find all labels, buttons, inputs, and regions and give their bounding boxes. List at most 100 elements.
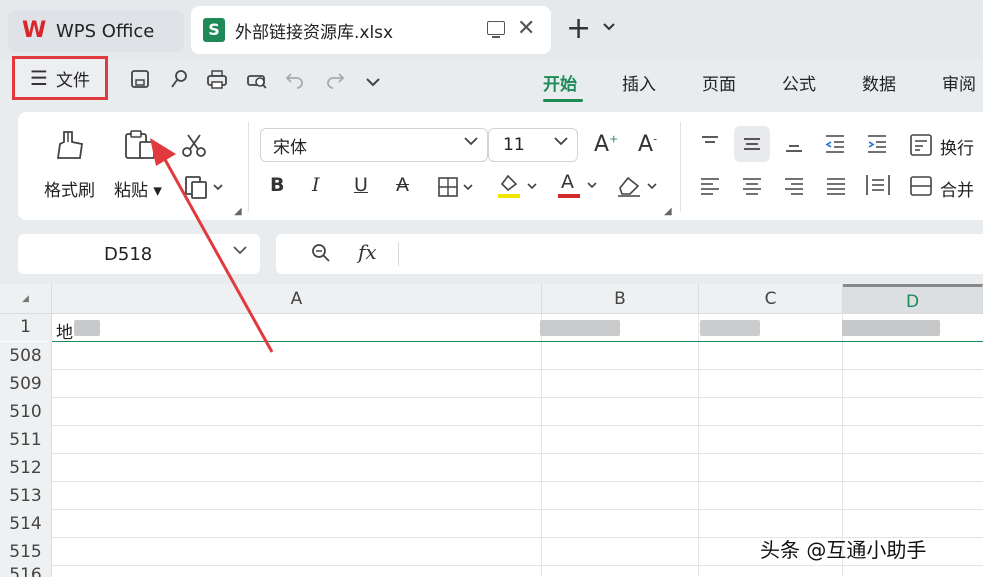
align-center-icon[interactable] bbox=[740, 174, 764, 202]
column-header-c[interactable]: C bbox=[699, 284, 843, 314]
cell-a1[interactable]: 地 bbox=[56, 318, 73, 343]
save-icon[interactable] bbox=[127, 68, 153, 94]
new-tab-button[interactable]: + bbox=[566, 14, 591, 44]
row-header-516[interactable]: 516 bbox=[0, 566, 52, 577]
column-header-d[interactable]: D bbox=[843, 284, 983, 314]
tab-review[interactable]: 审阅 bbox=[942, 70, 976, 95]
fill-color-icon[interactable] bbox=[496, 172, 540, 204]
select-all-corner[interactable]: ◢ bbox=[0, 284, 52, 314]
align-right-icon[interactable] bbox=[782, 174, 806, 202]
format-painter-label[interactable]: 格式刷 bbox=[44, 176, 95, 201]
fx-icon[interactable]: fx bbox=[358, 240, 377, 264]
tab-file[interactable]: S 外部链接资源库.xlsx ✕ bbox=[191, 6, 551, 54]
name-box-value: D518 bbox=[104, 243, 153, 265]
watermark-text: 头条 @互通小助手 bbox=[760, 538, 927, 562]
font-name-value: 宋体 bbox=[273, 137, 307, 158]
row-header-1[interactable]: 1 bbox=[0, 314, 52, 341]
row-header-509[interactable]: 509 bbox=[0, 370, 52, 398]
tab-page[interactable]: 页面 bbox=[702, 70, 736, 95]
tab-data[interactable]: 数据 bbox=[862, 70, 896, 95]
row-header-510[interactable]: 510 bbox=[0, 398, 52, 426]
row-header-512[interactable]: 512 bbox=[0, 454, 52, 482]
minus-icon: - bbox=[653, 132, 658, 146]
copy-icon[interactable] bbox=[184, 174, 224, 204]
paste-label-text: 粘贴 bbox=[114, 181, 148, 201]
format-painter-icon[interactable] bbox=[54, 128, 86, 166]
distributed-align-icon[interactable] bbox=[864, 172, 892, 202]
strikethrough-button[interactable]: A bbox=[396, 174, 409, 196]
cut-icon[interactable] bbox=[180, 132, 208, 164]
spreadsheet-icon: S bbox=[203, 18, 225, 42]
grow-font-button[interactable]: A+ bbox=[594, 132, 618, 157]
borders-icon[interactable] bbox=[438, 176, 474, 202]
blurred-cell-a1 bbox=[74, 320, 100, 336]
file-menu-label: 文件 bbox=[55, 70, 90, 91]
underline-button[interactable]: U bbox=[354, 174, 368, 196]
corner-triangle-icon: ◢ bbox=[22, 294, 29, 304]
format-painter-quick-icon[interactable] bbox=[166, 68, 192, 94]
chevron-down-icon bbox=[553, 135, 569, 151]
blurred-cell-d1 bbox=[842, 320, 940, 336]
font-color-icon[interactable]: A bbox=[556, 170, 600, 204]
tab-insert[interactable]: 插入 bbox=[622, 70, 656, 95]
clipboard-launcher-icon[interactable]: ◢ bbox=[234, 206, 242, 217]
tab-home[interactable]: 开始 bbox=[543, 70, 577, 95]
plus-icon: + bbox=[609, 132, 619, 146]
close-tab-icon[interactable]: ✕ bbox=[517, 16, 535, 41]
font-size-select[interactable]: 11 bbox=[488, 128, 578, 162]
wrap-text-label[interactable]: 换行 bbox=[940, 134, 974, 159]
eraser-icon[interactable] bbox=[616, 174, 660, 202]
row-header-514[interactable]: 514 bbox=[0, 510, 52, 538]
row-header-508[interactable]: 508 bbox=[0, 342, 52, 370]
align-top-icon[interactable] bbox=[698, 132, 722, 160]
increase-indent-icon[interactable] bbox=[864, 132, 890, 160]
font-size-value: 11 bbox=[503, 135, 525, 155]
justify-icon[interactable] bbox=[824, 174, 848, 202]
blurred-cell-b1 bbox=[540, 320, 620, 336]
formula-bar[interactable]: fx bbox=[276, 234, 983, 274]
redo-icon[interactable] bbox=[322, 68, 348, 94]
column-header-a[interactable]: A bbox=[52, 284, 542, 314]
row-header-515[interactable]: 515 bbox=[0, 538, 52, 566]
chevron-down-icon[interactable] bbox=[232, 244, 248, 260]
row-header-513[interactable]: 513 bbox=[0, 482, 52, 510]
monitor-icon[interactable] bbox=[487, 21, 505, 38]
merge-cells-label[interactable]: 合并 bbox=[940, 176, 974, 201]
wps-logo-icon: W bbox=[22, 18, 47, 43]
shrink-font-button[interactable]: A- bbox=[638, 132, 657, 157]
wrap-text-icon[interactable] bbox=[908, 132, 936, 162]
blurred-cell-c1 bbox=[700, 320, 760, 336]
italic-button[interactable]: I bbox=[312, 174, 320, 196]
print-icon[interactable] bbox=[204, 68, 230, 94]
font-color-letter: A bbox=[561, 171, 574, 193]
font-launcher-icon[interactable]: ◢ bbox=[664, 206, 672, 217]
name-box[interactable]: D518 bbox=[18, 234, 260, 274]
chevron-down-icon bbox=[463, 135, 479, 151]
zoom-search-icon[interactable] bbox=[310, 242, 332, 269]
paste-icon[interactable] bbox=[122, 128, 158, 166]
tab-list-dropdown-icon[interactable] bbox=[602, 20, 616, 36]
merge-cells-icon[interactable] bbox=[908, 174, 936, 202]
row-header-511[interactable]: 511 bbox=[0, 426, 52, 454]
tab-formulas[interactable]: 公式 bbox=[782, 70, 816, 95]
bold-button[interactable]: B bbox=[270, 174, 284, 196]
tab-wps-label: WPS Office bbox=[56, 20, 155, 42]
file-menu-button[interactable]: ☰ 文件 bbox=[12, 56, 108, 100]
active-tab-indicator bbox=[543, 99, 583, 102]
tab-file-label: 外部链接资源库.xlsx bbox=[235, 22, 394, 43]
freeze-pane-line bbox=[52, 341, 983, 342]
print-preview-icon[interactable] bbox=[244, 68, 270, 94]
undo-icon[interactable] bbox=[282, 68, 308, 94]
paste-label[interactable]: 粘贴 ▾ bbox=[114, 176, 162, 201]
decrease-indent-icon[interactable] bbox=[822, 132, 848, 160]
hamburger-icon: ☰ bbox=[30, 66, 48, 90]
font-name-select[interactable]: 宋体 bbox=[260, 128, 488, 162]
shrink-font-letter: A bbox=[638, 132, 654, 157]
align-left-icon[interactable] bbox=[698, 174, 722, 202]
grow-font-letter: A bbox=[594, 132, 610, 157]
more-dropdown-icon[interactable] bbox=[360, 68, 386, 94]
tab-wps-office[interactable]: W WPS Office bbox=[8, 10, 184, 52]
align-bottom-icon[interactable] bbox=[782, 132, 806, 160]
align-middle-button[interactable] bbox=[734, 126, 770, 162]
column-header-b[interactable]: B bbox=[542, 284, 699, 314]
